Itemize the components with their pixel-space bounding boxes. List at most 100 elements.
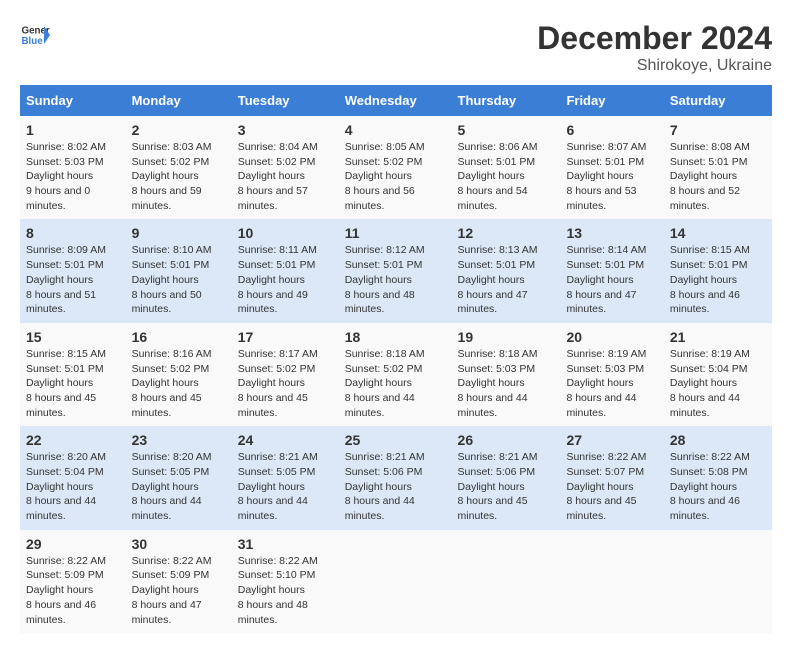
calendar-cell: 2 Sunrise: 8:03 AM Sunset: 5:02 PM Dayli… [126,116,232,219]
calendar-cell: 24 Sunrise: 8:21 AM Sunset: 5:05 PM Dayl… [232,426,339,529]
day-number: 8 [26,225,120,241]
calendar-cell: 15 Sunrise: 8:15 AM Sunset: 5:01 PM Dayl… [20,323,126,426]
calendar-cell: 21 Sunrise: 8:19 AM Sunset: 5:04 PM Dayl… [664,323,772,426]
calendar-cell: 10 Sunrise: 8:11 AM Sunset: 5:01 PM Dayl… [232,219,339,322]
calendar-cell: 19 Sunrise: 8:18 AM Sunset: 5:03 PM Dayl… [452,323,561,426]
calendar-cell: 22 Sunrise: 8:20 AM Sunset: 5:04 PM Dayl… [20,426,126,529]
day-number: 15 [26,329,120,345]
day-info: Sunrise: 8:18 AM Sunset: 5:03 PM Dayligh… [458,347,555,420]
day-info: Sunrise: 8:21 AM Sunset: 5:06 PM Dayligh… [458,450,555,523]
weekday-header-sunday: Sunday [20,85,126,116]
day-info: Sunrise: 8:05 AM Sunset: 5:02 PM Dayligh… [345,140,446,213]
calendar-cell: 31 Sunrise: 8:22 AM Sunset: 5:10 PM Dayl… [232,530,339,633]
calendar-cell [452,530,561,633]
day-info: Sunrise: 8:12 AM Sunset: 5:01 PM Dayligh… [345,243,446,316]
day-number: 28 [670,432,766,448]
calendar-cell: 16 Sunrise: 8:16 AM Sunset: 5:02 PM Dayl… [126,323,232,426]
weekday-header-row: SundayMondayTuesdayWednesdayThursdayFrid… [20,85,772,116]
day-info: Sunrise: 8:15 AM Sunset: 5:01 PM Dayligh… [26,347,120,420]
title-block: December 2024 Shirokoye, Ukraine [537,20,772,75]
day-number: 2 [132,122,226,138]
logo: General Blue [20,20,50,50]
page-title: December 2024 [537,20,772,57]
day-info: Sunrise: 8:21 AM Sunset: 5:05 PM Dayligh… [238,450,333,523]
day-number: 13 [566,225,657,241]
day-info: Sunrise: 8:17 AM Sunset: 5:02 PM Dayligh… [238,347,333,420]
calendar-week-row: 1 Sunrise: 8:02 AM Sunset: 5:03 PM Dayli… [20,116,772,219]
calendar-cell [560,530,663,633]
page-subtitle: Shirokoye, Ukraine [537,57,772,75]
day-info: Sunrise: 8:15 AM Sunset: 5:01 PM Dayligh… [670,243,766,316]
day-info: Sunrise: 8:02 AM Sunset: 5:03 PM Dayligh… [26,140,120,213]
day-number: 24 [238,432,333,448]
day-number: 5 [458,122,555,138]
calendar-cell: 27 Sunrise: 8:22 AM Sunset: 5:07 PM Dayl… [560,426,663,529]
day-number: 22 [26,432,120,448]
day-number: 23 [132,432,226,448]
calendar-cell: 3 Sunrise: 8:04 AM Sunset: 5:02 PM Dayli… [232,116,339,219]
page-header: General Blue December 2024 Shirokoye, Uk… [20,20,772,75]
calendar-cell: 4 Sunrise: 8:05 AM Sunset: 5:02 PM Dayli… [339,116,452,219]
day-info: Sunrise: 8:04 AM Sunset: 5:02 PM Dayligh… [238,140,333,213]
calendar-week-row: 8 Sunrise: 8:09 AM Sunset: 5:01 PM Dayli… [20,219,772,322]
calendar-cell: 5 Sunrise: 8:06 AM Sunset: 5:01 PM Dayli… [452,116,561,219]
calendar-cell: 13 Sunrise: 8:14 AM Sunset: 5:01 PM Dayl… [560,219,663,322]
day-number: 6 [566,122,657,138]
calendar-cell [339,530,452,633]
calendar-cell: 29 Sunrise: 8:22 AM Sunset: 5:09 PM Dayl… [20,530,126,633]
day-info: Sunrise: 8:18 AM Sunset: 5:02 PM Dayligh… [345,347,446,420]
day-info: Sunrise: 8:20 AM Sunset: 5:05 PM Dayligh… [132,450,226,523]
day-number: 29 [26,536,120,552]
calendar-cell: 18 Sunrise: 8:18 AM Sunset: 5:02 PM Dayl… [339,323,452,426]
day-info: Sunrise: 8:06 AM Sunset: 5:01 PM Dayligh… [458,140,555,213]
day-info: Sunrise: 8:21 AM Sunset: 5:06 PM Dayligh… [345,450,446,523]
day-info: Sunrise: 8:11 AM Sunset: 5:01 PM Dayligh… [238,243,333,316]
day-info: Sunrise: 8:22 AM Sunset: 5:09 PM Dayligh… [26,554,120,627]
calendar-cell: 1 Sunrise: 8:02 AM Sunset: 5:03 PM Dayli… [20,116,126,219]
calendar-table: SundayMondayTuesdayWednesdayThursdayFrid… [20,85,772,633]
day-number: 27 [566,432,657,448]
day-number: 30 [132,536,226,552]
calendar-cell: 28 Sunrise: 8:22 AM Sunset: 5:08 PM Dayl… [664,426,772,529]
day-info: Sunrise: 8:08 AM Sunset: 5:01 PM Dayligh… [670,140,766,213]
day-number: 14 [670,225,766,241]
logo-icon: General Blue [20,20,50,50]
day-number: 17 [238,329,333,345]
day-info: Sunrise: 8:19 AM Sunset: 5:04 PM Dayligh… [670,347,766,420]
day-number: 26 [458,432,555,448]
svg-text:Blue: Blue [22,36,44,47]
day-number: 16 [132,329,226,345]
weekday-header-wednesday: Wednesday [339,85,452,116]
day-number: 7 [670,122,766,138]
day-info: Sunrise: 8:03 AM Sunset: 5:02 PM Dayligh… [132,140,226,213]
day-info: Sunrise: 8:19 AM Sunset: 5:03 PM Dayligh… [566,347,657,420]
day-number: 25 [345,432,446,448]
day-number: 21 [670,329,766,345]
day-number: 18 [345,329,446,345]
day-number: 1 [26,122,120,138]
calendar-cell: 17 Sunrise: 8:17 AM Sunset: 5:02 PM Dayl… [232,323,339,426]
calendar-cell: 8 Sunrise: 8:09 AM Sunset: 5:01 PM Dayli… [20,219,126,322]
day-info: Sunrise: 8:22 AM Sunset: 5:07 PM Dayligh… [566,450,657,523]
calendar-cell: 12 Sunrise: 8:13 AM Sunset: 5:01 PM Dayl… [452,219,561,322]
day-info: Sunrise: 8:14 AM Sunset: 5:01 PM Dayligh… [566,243,657,316]
day-number: 10 [238,225,333,241]
calendar-week-row: 15 Sunrise: 8:15 AM Sunset: 5:01 PM Dayl… [20,323,772,426]
calendar-cell: 30 Sunrise: 8:22 AM Sunset: 5:09 PM Dayl… [126,530,232,633]
calendar-cell: 20 Sunrise: 8:19 AM Sunset: 5:03 PM Dayl… [560,323,663,426]
calendar-week-row: 29 Sunrise: 8:22 AM Sunset: 5:09 PM Dayl… [20,530,772,633]
day-info: Sunrise: 8:20 AM Sunset: 5:04 PM Dayligh… [26,450,120,523]
calendar-cell: 23 Sunrise: 8:20 AM Sunset: 5:05 PM Dayl… [126,426,232,529]
weekday-header-friday: Friday [560,85,663,116]
day-info: Sunrise: 8:22 AM Sunset: 5:09 PM Dayligh… [132,554,226,627]
calendar-week-row: 22 Sunrise: 8:20 AM Sunset: 5:04 PM Dayl… [20,426,772,529]
day-info: Sunrise: 8:22 AM Sunset: 5:10 PM Dayligh… [238,554,333,627]
day-number: 12 [458,225,555,241]
calendar-cell: 7 Sunrise: 8:08 AM Sunset: 5:01 PM Dayli… [664,116,772,219]
day-info: Sunrise: 8:09 AM Sunset: 5:01 PM Dayligh… [26,243,120,316]
weekday-header-thursday: Thursday [452,85,561,116]
weekday-header-monday: Monday [126,85,232,116]
day-number: 11 [345,225,446,241]
day-info: Sunrise: 8:16 AM Sunset: 5:02 PM Dayligh… [132,347,226,420]
calendar-cell: 9 Sunrise: 8:10 AM Sunset: 5:01 PM Dayli… [126,219,232,322]
